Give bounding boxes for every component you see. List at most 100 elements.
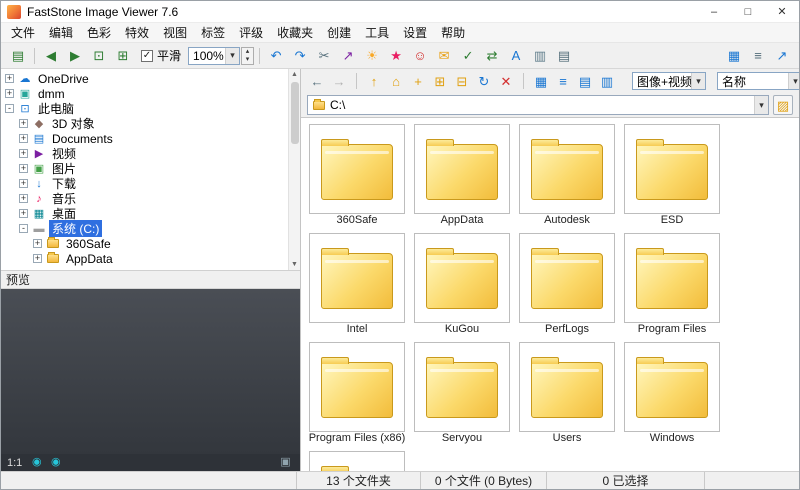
zoom-select[interactable]: 100% ▾ bbox=[188, 47, 240, 65]
favorites-button[interactable]: ▨ bbox=[773, 95, 793, 115]
tree-item[interactable]: -▬系统 (C:) bbox=[1, 221, 300, 236]
thumbnail-view-icon[interactable]: ▦ bbox=[723, 46, 745, 66]
expand-icon[interactable]: + bbox=[19, 194, 28, 203]
menu-item[interactable]: 工具 bbox=[358, 24, 396, 41]
zoom-up-icon[interactable]: ▴ bbox=[242, 48, 253, 56]
preview-detach-icon[interactable]: ▣ bbox=[277, 455, 294, 470]
expand-icon[interactable]: + bbox=[19, 149, 28, 158]
folder-tile[interactable]: Program Files (x86) bbox=[309, 342, 405, 446]
move-to-icon[interactable]: ⊟ bbox=[452, 71, 472, 91]
zoom-down-icon[interactable]: ▾ bbox=[242, 56, 253, 64]
menu-item[interactable]: 创建 bbox=[320, 24, 358, 41]
scan-icon[interactable]: ▥ bbox=[529, 46, 551, 66]
folder-tile[interactable]: Windows bbox=[624, 342, 720, 446]
menu-item[interactable]: 评级 bbox=[232, 24, 270, 41]
expand-icon[interactable]: + bbox=[5, 89, 14, 98]
collapse-icon[interactable]: - bbox=[19, 224, 28, 233]
compare-icon[interactable]: ⇄ bbox=[481, 46, 503, 66]
tree-item[interactable]: +♪音乐 bbox=[1, 191, 300, 206]
tree-item[interactable]: +▣图片 bbox=[1, 161, 300, 176]
expand-icon[interactable]: + bbox=[19, 179, 28, 188]
folder-tile[interactable]: Autodesk bbox=[519, 124, 615, 228]
prev-image-icon[interactable]: ◀ bbox=[40, 46, 62, 66]
filter-dropdown-arrow[interactable]: ▾ bbox=[691, 73, 705, 89]
tree-item[interactable]: +↓下载 bbox=[1, 176, 300, 191]
up-level-icon[interactable]: ↑ bbox=[364, 71, 384, 91]
email-icon[interactable]: ✉ bbox=[433, 46, 455, 66]
view-tiles-icon[interactable]: ▥ bbox=[597, 71, 617, 91]
menu-item[interactable]: 收藏夹 bbox=[270, 24, 320, 41]
folder-tile[interactable]: Users bbox=[519, 342, 615, 446]
resize-icon[interactable]: ↗ bbox=[337, 46, 359, 66]
zoom-dropdown-arrow[interactable]: ▾ bbox=[225, 48, 239, 64]
fullscreen-icon[interactable]: ↗ bbox=[771, 46, 793, 66]
scroll-up-icon[interactable]: ▲ bbox=[291, 69, 298, 80]
sort-select[interactable]: 名称 ▾ bbox=[717, 72, 800, 90]
new-folder-icon[interactable]: + bbox=[408, 71, 428, 91]
preview-fit-icon[interactable]: ◉ bbox=[28, 455, 45, 470]
browse-images-icon[interactable]: ▤ bbox=[7, 46, 29, 66]
tree-item[interactable]: +☁OneDrive bbox=[1, 71, 300, 86]
expand-icon[interactable]: + bbox=[19, 209, 28, 218]
colors-icon[interactable]: ☀ bbox=[361, 46, 383, 66]
tree-scrollbar[interactable]: ▲ ▼ bbox=[288, 69, 300, 270]
actual-size-icon[interactable]: ⊞ bbox=[112, 46, 134, 66]
preview-actual-icon[interactable]: ◉ bbox=[47, 455, 64, 470]
menu-item[interactable]: 色彩 bbox=[80, 24, 118, 41]
menu-item[interactable]: 视图 bbox=[156, 24, 194, 41]
smooth-toggle[interactable]: ✓ 平滑 bbox=[141, 47, 181, 64]
expand-icon[interactable]: + bbox=[5, 74, 14, 83]
tree-item[interactable]: -⊡此电脑 bbox=[1, 101, 300, 116]
copy-to-icon[interactable]: ⊞ bbox=[430, 71, 450, 91]
folder-tile[interactable]: Intel bbox=[309, 233, 405, 337]
view-details-icon[interactable]: ▤ bbox=[575, 71, 595, 91]
menu-item[interactable]: 标签 bbox=[194, 24, 232, 41]
next-image-icon[interactable]: ▶ bbox=[64, 46, 86, 66]
tag-icon[interactable]: ✓ bbox=[457, 46, 479, 66]
expand-icon[interactable]: + bbox=[33, 239, 42, 248]
annotate-icon[interactable]: A bbox=[505, 46, 527, 66]
folder-tile[interactable] bbox=[309, 451, 405, 471]
menu-item[interactable]: 编辑 bbox=[42, 24, 80, 41]
minimize-button[interactable]: – bbox=[697, 1, 731, 22]
tree-item[interactable]: +◆3D 对象 bbox=[1, 116, 300, 131]
view-thumbnails-icon[interactable]: ▦ bbox=[531, 71, 551, 91]
tree-item[interactable]: +▶视频 bbox=[1, 146, 300, 161]
folder-tile[interactable]: AppData bbox=[414, 124, 510, 228]
expand-icon[interactable]: + bbox=[19, 164, 28, 173]
red-eye-icon[interactable]: ☺ bbox=[409, 46, 431, 66]
expand-icon[interactable]: + bbox=[19, 134, 28, 143]
rotate-right-icon[interactable]: ↷ bbox=[289, 46, 311, 66]
close-button[interactable]: ✕ bbox=[765, 1, 799, 22]
maximize-button[interactable]: □ bbox=[731, 1, 765, 22]
address-input[interactable]: C:\ ▾ bbox=[307, 95, 769, 115]
folder-tile[interactable]: Program Files bbox=[624, 233, 720, 337]
collapse-icon[interactable]: - bbox=[5, 104, 14, 113]
back-icon[interactable]: ← bbox=[307, 71, 327, 91]
scroll-thumb[interactable] bbox=[291, 82, 299, 144]
settings-icon[interactable]: ≡ bbox=[747, 46, 769, 66]
effects-icon[interactable]: ★ bbox=[385, 46, 407, 66]
tree-item[interactable]: +▤Documents bbox=[1, 131, 300, 146]
folder-tile[interactable]: Servyou bbox=[414, 342, 510, 446]
refresh-icon[interactable]: ↻ bbox=[474, 71, 494, 91]
print-icon[interactable]: ▤ bbox=[553, 46, 575, 66]
menu-item[interactable]: 设置 bbox=[396, 24, 434, 41]
scroll-down-icon[interactable]: ▼ bbox=[291, 259, 298, 270]
address-dropdown-arrow[interactable]: ▾ bbox=[754, 96, 768, 114]
tree-item[interactable]: +AppData bbox=[1, 251, 300, 266]
folder-tile[interactable]: KuGou bbox=[414, 233, 510, 337]
menu-item[interactable]: 特效 bbox=[118, 24, 156, 41]
menu-item[interactable]: 帮助 bbox=[434, 24, 472, 41]
smooth-checkbox[interactable]: ✓ bbox=[141, 50, 153, 62]
fit-window-icon[interactable]: ⊡ bbox=[88, 46, 110, 66]
menu-item[interactable]: 文件 bbox=[4, 24, 42, 41]
tree-item[interactable]: +360Safe bbox=[1, 236, 300, 251]
expand-icon[interactable]: + bbox=[33, 254, 42, 263]
zoom-spinner[interactable]: ▴▾ bbox=[241, 47, 254, 65]
folder-tile[interactable]: ESD bbox=[624, 124, 720, 228]
tree-item[interactable]: +▣dmm bbox=[1, 86, 300, 101]
tree-item[interactable]: +▦桌面 bbox=[1, 206, 300, 221]
sort-dropdown-arrow[interactable]: ▾ bbox=[788, 73, 800, 89]
forward-icon[interactable]: → bbox=[329, 71, 349, 91]
